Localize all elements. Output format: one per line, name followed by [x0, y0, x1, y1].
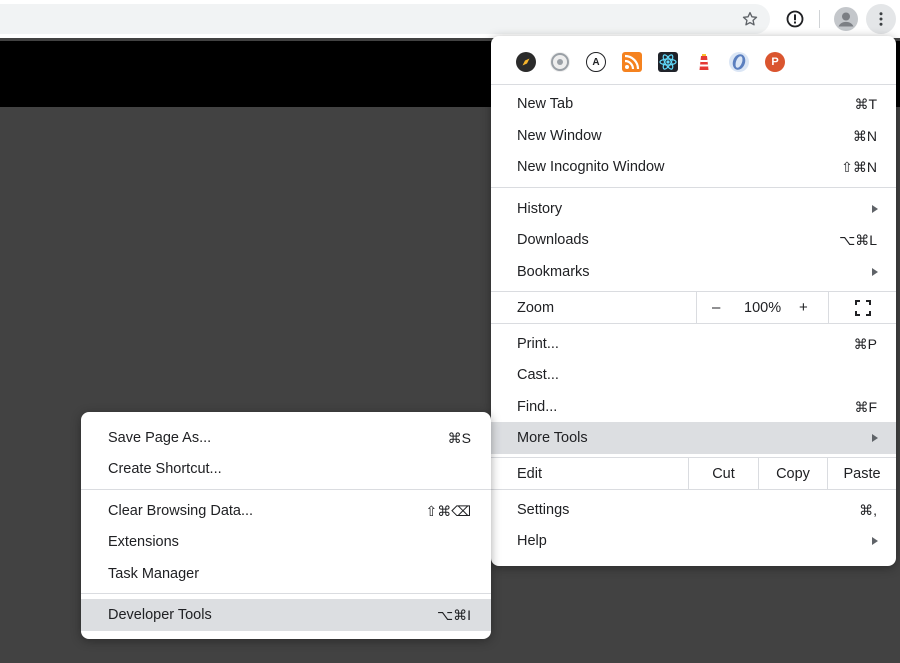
menu-item-bookmarks[interactable]: Bookmarks — [491, 256, 896, 288]
menu-item-print[interactable]: Print... ⌘P — [491, 328, 896, 360]
browser-toolbar — [0, 0, 900, 38]
menu-item-label: Bookmarks — [517, 264, 590, 280]
extension-info-icon[interactable] — [780, 4, 810, 34]
menu-separator — [491, 84, 896, 85]
extension-icons-row: A P — [491, 36, 896, 84]
menu-item-settings[interactable]: Settings ⌘, — [491, 494, 896, 526]
submenu-arrow-icon — [872, 205, 878, 213]
menu-separator — [491, 489, 896, 490]
zoom-controls: – 100% + — [696, 292, 828, 324]
star-icon[interactable] — [735, 4, 765, 34]
gear-extension-icon[interactable] — [550, 52, 570, 72]
browser-main-menu: A P New Tab ⌘T New Window ⌘N New Incogni… — [491, 36, 896, 566]
menu-item-label: New Tab — [517, 96, 574, 112]
menu-item-shortcut: ⌥⌘L — [839, 231, 877, 248]
compass-extension-icon[interactable] — [516, 52, 536, 72]
zoom-in-button[interactable]: + — [799, 299, 808, 316]
rss-extension-icon[interactable] — [622, 52, 642, 72]
menu-separator — [81, 489, 491, 490]
menu-item-shortcut: ⌘F — [854, 398, 877, 415]
menu-item-new-incognito-window[interactable]: New Incognito Window ⇧⌘N — [491, 151, 896, 183]
menu-item-developer-tools[interactable]: Developer Tools ⌥⌘I — [81, 599, 491, 631]
menu-item-save-page-as[interactable]: Save Page As... ⌘S — [81, 422, 491, 454]
menu-item-label: Create Shortcut... — [108, 461, 222, 477]
menu-item-shortcut: ⌘N — [852, 127, 877, 144]
submenu-arrow-icon — [872, 268, 878, 276]
menu-item-task-manager[interactable]: Task Manager — [81, 558, 491, 590]
menu-separator — [491, 187, 896, 188]
menu-item-create-shortcut[interactable]: Create Shortcut... — [81, 453, 491, 485]
fullscreen-button[interactable] — [828, 292, 896, 324]
copy-button[interactable]: Copy — [758, 458, 827, 490]
menu-item-shortcut: ⌥⌘I — [436, 606, 471, 623]
paste-label: Paste — [843, 466, 881, 482]
menu-item-shortcut: ⌘P — [853, 335, 877, 352]
menu-item-cast[interactable]: Cast... — [491, 359, 896, 391]
zoom-level: 100% — [744, 300, 782, 316]
address-bar[interactable] — [0, 4, 770, 34]
menu-item-label: Developer Tools — [108, 607, 212, 623]
menu-item-label: Clear Browsing Data... — [108, 503, 254, 519]
submenu-arrow-icon — [872, 434, 878, 442]
profile-avatar-icon[interactable] — [831, 4, 861, 34]
edit-row: Edit Cut Copy Paste — [491, 458, 896, 490]
menu-item-history[interactable]: History — [491, 193, 896, 225]
menu-item-label: Downloads — [517, 232, 589, 248]
menu-item-label: History — [517, 201, 563, 217]
fullscreen-icon — [854, 300, 871, 316]
zoom-label: Zoom — [517, 300, 555, 316]
menu-item-label: New Incognito Window — [517, 159, 665, 175]
more-vert-icon[interactable] — [866, 4, 896, 34]
menu-item-find[interactable]: Find... ⌘F — [491, 391, 896, 423]
menu-item-downloads[interactable]: Downloads ⌥⌘L — [491, 224, 896, 256]
menu-item-label: Find... — [517, 399, 558, 415]
menu-item-label: Help — [517, 533, 547, 549]
producthunt-extension-icon[interactable]: P — [765, 52, 785, 72]
react-extension-icon[interactable] — [658, 52, 678, 72]
menu-separator — [81, 593, 491, 594]
menu-item-more-tools[interactable]: More Tools — [491, 422, 896, 454]
menu-item-label: Cast... — [517, 367, 559, 383]
a-circle-extension-icon[interactable]: A — [586, 52, 606, 72]
menu-item-label: Save Page As... — [108, 430, 212, 446]
menu-item-shortcut: ⇧⌘N — [841, 158, 877, 175]
menu-item-shortcut: ⌘S — [447, 429, 471, 446]
toolbar-divider — [819, 10, 820, 28]
cut-label: Cut — [712, 466, 735, 482]
cut-button[interactable]: Cut — [688, 458, 758, 490]
submenu-arrow-icon — [872, 537, 878, 545]
menu-item-label: Settings — [517, 502, 570, 518]
lighthouse-extension-icon[interactable] — [694, 52, 714, 72]
menu-item-label: More Tools — [517, 430, 588, 446]
menu-item-shortcut: ⌘T — [854, 95, 877, 112]
menu-item-new-tab[interactable]: New Tab ⌘T — [491, 88, 896, 120]
menu-item-shortcut: ⌘, — [859, 501, 877, 518]
copy-label: Copy — [776, 466, 810, 482]
menu-item-clear-browsing-data[interactable]: Clear Browsing Data... ⇧⌘⌫ — [81, 495, 491, 527]
menu-item-shortcut: ⇧⌘⌫ — [425, 502, 471, 519]
more-tools-submenu: Save Page As... ⌘S Create Shortcut... Cl… — [81, 412, 491, 639]
zoom-out-button[interactable]: – — [712, 299, 720, 316]
edit-label: Edit — [517, 466, 542, 482]
menu-item-label: New Window — [517, 128, 602, 144]
menu-separator — [491, 323, 896, 324]
menu-item-extensions[interactable]: Extensions — [81, 526, 491, 558]
zoom-row: Zoom – 100% + — [491, 292, 896, 324]
oval-extension-icon[interactable] — [729, 52, 749, 72]
menu-item-label: Print... — [517, 336, 559, 352]
paste-button[interactable]: Paste — [827, 458, 896, 490]
menu-item-label: Task Manager — [108, 566, 200, 582]
menu-item-label: Extensions — [108, 534, 179, 550]
menu-item-help[interactable]: Help — [491, 525, 896, 557]
menu-item-new-window[interactable]: New Window ⌘N — [491, 120, 896, 152]
